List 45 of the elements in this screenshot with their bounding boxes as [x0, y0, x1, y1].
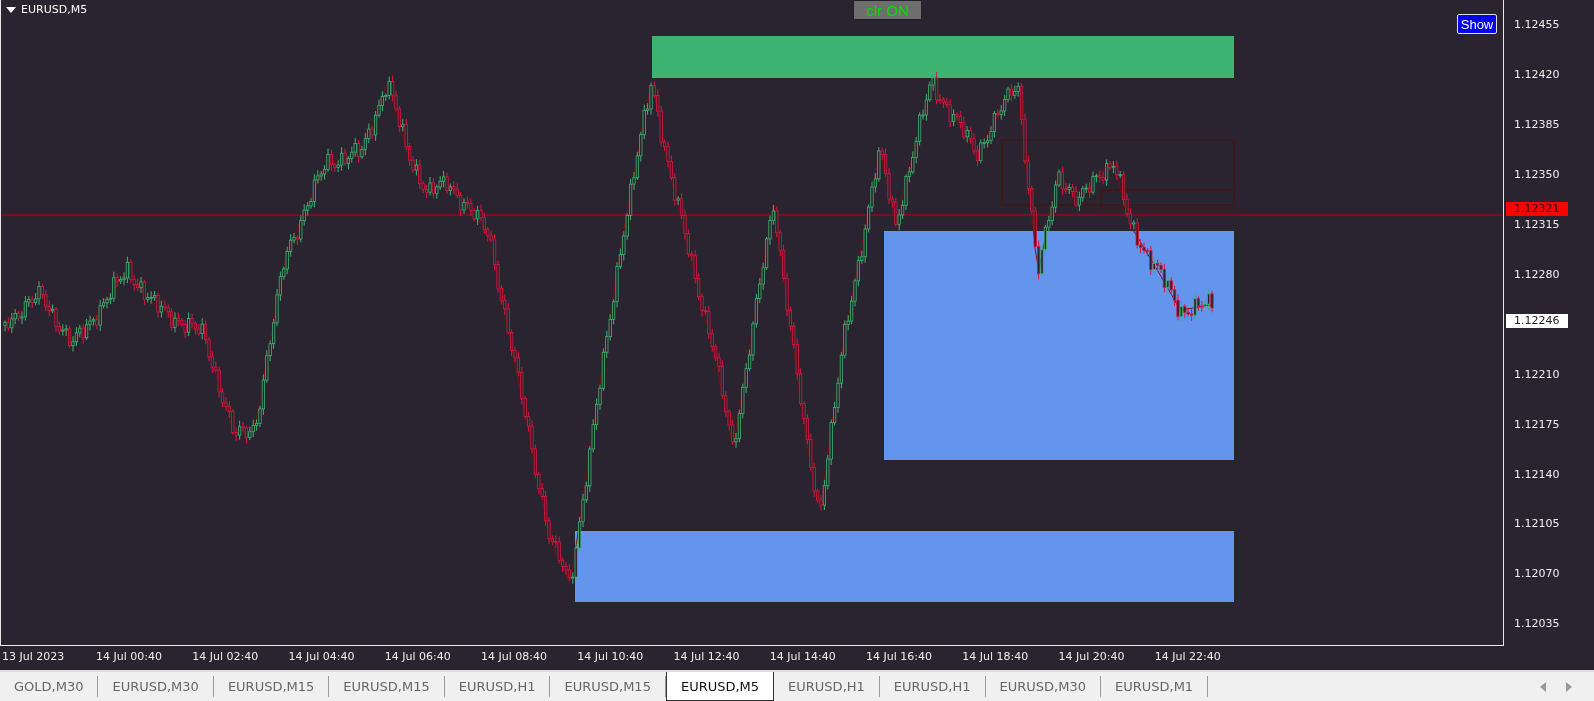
chart-tab[interactable]: EURUSD,M30 [98, 676, 214, 697]
price-label: 1.12070 [1514, 567, 1560, 582]
toggle-button[interactable]: clr ON [853, 0, 922, 20]
time-label: 14 Jul 04:40 [288, 650, 355, 663]
symbol-label: EURUSD,M5 [21, 3, 88, 16]
chart-tab[interactable]: EURUSD,M15 [550, 676, 666, 697]
price-marker: 1.12246 [1506, 314, 1568, 328]
price-label: 1.12280 [1514, 267, 1560, 282]
chart-tab[interactable]: EURUSD,M30 [985, 676, 1101, 697]
time-label: 14 Jul 18:40 [962, 650, 1029, 663]
price-label: 1.12455 [1514, 18, 1560, 33]
symbol-title[interactable]: EURUSD,M5 [6, 3, 88, 16]
price-label: 1.12315 [1514, 218, 1560, 232]
time-label: 14 Jul 02:40 [192, 650, 259, 663]
chart-tab[interactable]: EURUSD,H1 [879, 676, 986, 697]
price-label: 1.12210 [1514, 367, 1560, 382]
show-button[interactable]: Show [1457, 14, 1497, 34]
time-label: 14 Jul 22:40 [1154, 650, 1221, 663]
chart-tab[interactable]: EURUSD,M15 [329, 676, 445, 697]
scroll-right-icon[interactable] [1566, 681, 1572, 692]
chart-tab[interactable]: EURUSD,H1 [444, 676, 551, 697]
time-label: 14 Jul 12:40 [673, 650, 740, 663]
chart-tab[interactable]: EURUSD,H1 [774, 676, 880, 697]
chart-tab[interactable]: EURUSD,M5 [665, 672, 775, 701]
time-label: 14 Jul 14:40 [769, 650, 836, 663]
price-label: 1.12035 [1514, 617, 1560, 632]
chart-tab[interactable]: EURUSD,M15 [213, 676, 330, 697]
scroll-left-icon[interactable] [1540, 681, 1546, 692]
time-label: 13 Jul 2023 [2, 650, 65, 663]
chart-tab[interactable]: GOLD,M30 [0, 676, 99, 697]
price-label: 1.12175 [1514, 417, 1560, 432]
price-label: 1.12105 [1514, 517, 1560, 532]
time-label: 14 Jul 00:40 [96, 650, 162, 663]
time-label: 14 Jul 16:40 [866, 650, 932, 663]
caret-icon[interactable] [6, 6, 16, 13]
time-label: 14 Jul 06:40 [384, 650, 451, 663]
time-label: 14 Jul 10:40 [577, 650, 644, 663]
time-label: 14 Jul 08:40 [481, 650, 547, 663]
price-label: 1.12420 [1514, 68, 1560, 83]
price-marker: 1.12321 [1506, 202, 1568, 216]
price-label: 1.12385 [1514, 118, 1560, 133]
time-label: 14 Jul 20:40 [1058, 650, 1125, 663]
chart-tab[interactable]: EURUSD,M1 [1100, 676, 1209, 697]
price-label: 1.12140 [1514, 467, 1560, 482]
price-label: 1.12350 [1514, 168, 1560, 183]
